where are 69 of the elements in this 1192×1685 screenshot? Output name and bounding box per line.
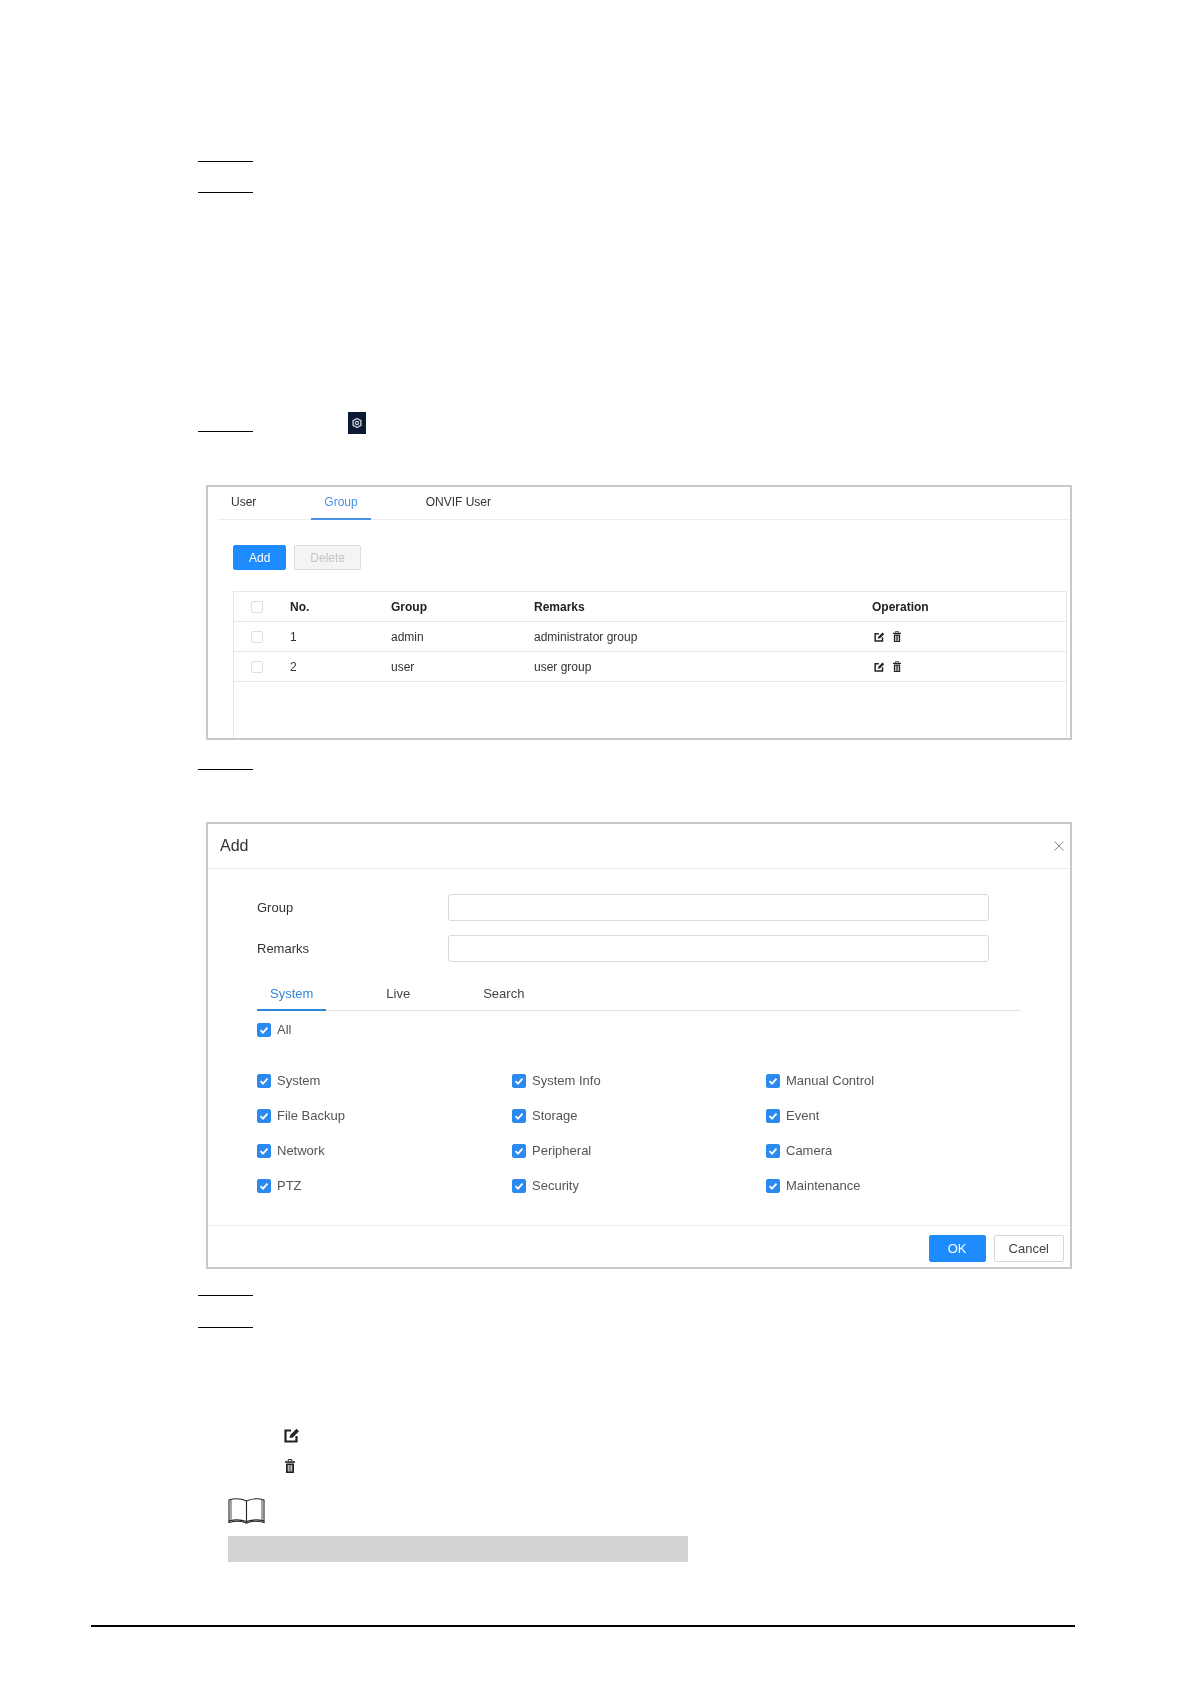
tab[interactable]: Live <box>373 978 424 1011</box>
input-field[interactable] <box>448 894 989 921</box>
checkbox-label: Network <box>277 1144 325 1158</box>
trash-icon <box>285 1459 295 1473</box>
column-header: Operation <box>872 599 930 614</box>
checkbox[interactable] <box>766 1179 780 1193</box>
checkbox[interactable] <box>766 1144 780 1158</box>
checkbox[interactable] <box>512 1074 526 1088</box>
check-icon <box>769 1182 777 1190</box>
check-icon <box>260 1182 268 1190</box>
pencil-icon[interactable] <box>874 631 885 642</box>
check-icon <box>260 1077 268 1085</box>
checkbox[interactable] <box>257 1179 271 1193</box>
checkbox-label: Manual Control <box>786 1074 875 1088</box>
checkbox-label: Camera <box>786 1144 833 1158</box>
close-icon[interactable] <box>1054 841 1064 851</box>
check-icon <box>515 1112 523 1120</box>
checkbox[interactable] <box>512 1179 526 1193</box>
table-cell-text: 2 <box>290 659 298 674</box>
input-field[interactable] <box>448 935 989 962</box>
table-cell-text: admin <box>391 629 425 644</box>
field-label: Remarks <box>257 941 310 956</box>
check-icon <box>260 1112 268 1120</box>
tab[interactable]: Search <box>470 978 538 1011</box>
table-cell-text: user <box>391 659 416 674</box>
check-icon <box>515 1077 523 1085</box>
dialog-title: Add <box>220 837 249 855</box>
checkbox-label: PTZ <box>277 1179 302 1193</box>
checkbox[interactable] <box>512 1144 526 1158</box>
secondary-button[interactable]: Cancel <box>993 1235 1064 1262</box>
checkbox[interactable] <box>766 1074 780 1088</box>
column-header: Group <box>391 599 428 614</box>
table-cell-text: 1 <box>290 629 298 644</box>
table-cell-text: user group <box>534 659 593 674</box>
checkbox-label: Event <box>786 1109 820 1123</box>
column-header: No. <box>290 599 311 614</box>
gear-icon <box>348 412 366 434</box>
checkbox-label: File Backup <box>277 1109 345 1123</box>
checkbox-label: System <box>277 1074 321 1088</box>
pencil-icon[interactable] <box>874 661 885 672</box>
checkbox-label: Security <box>532 1179 579 1193</box>
checkbox[interactable] <box>257 1144 271 1158</box>
tab[interactable]: ONVIF User <box>412 487 505 520</box>
table-cell-text: administrator group <box>534 629 639 644</box>
pencil-icon <box>284 1428 300 1443</box>
trash-icon[interactable] <box>893 661 901 672</box>
check-icon <box>260 1026 268 1034</box>
checkbox[interactable] <box>512 1109 526 1123</box>
tab[interactable]: System <box>257 978 327 1011</box>
book-icon <box>228 1497 265 1524</box>
check-icon <box>515 1147 523 1155</box>
check-icon <box>769 1112 777 1120</box>
checkbox-label: Peripheral <box>532 1144 592 1158</box>
tab[interactable]: User <box>218 487 270 520</box>
checkbox-label: All <box>277 1023 292 1037</box>
check-icon <box>769 1077 777 1085</box>
checkbox[interactable] <box>257 1109 271 1123</box>
check-icon <box>515 1182 523 1190</box>
checkbox[interactable] <box>766 1109 780 1123</box>
column-header: Remarks <box>534 599 586 614</box>
checkbox-label: System Info <box>532 1074 601 1088</box>
check-icon <box>260 1147 268 1155</box>
check-icon <box>769 1147 777 1155</box>
checkbox[interactable] <box>257 1074 271 1088</box>
checkbox-label: Maintenance <box>786 1179 861 1193</box>
trash-icon[interactable] <box>893 631 901 642</box>
checkbox[interactable] <box>257 1023 271 1037</box>
checkbox-label: Storage <box>532 1109 578 1123</box>
field-label: Group <box>257 900 295 915</box>
